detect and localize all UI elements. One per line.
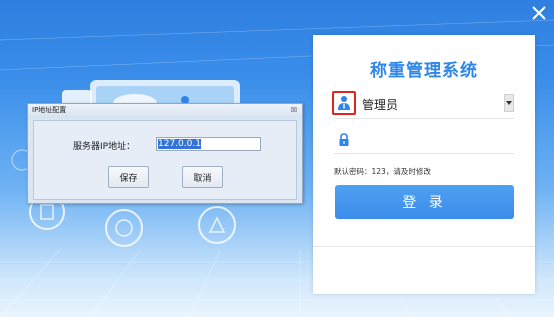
user-icon	[332, 91, 356, 115]
username-dropdown-button[interactable]	[504, 94, 514, 112]
ip-address-value: 127.0.0.1	[158, 139, 201, 149]
login-button[interactable]: 登 录	[335, 185, 514, 219]
lock-icon	[339, 133, 349, 146]
ip-address-input[interactable]: 127.0.0.1	[156, 137, 261, 151]
ip-config-dialog: IP地址配置 ☒ 服务器IP地址： 127.0.0.1 保存 取消	[27, 103, 303, 204]
dialog-body: 服务器IP地址： 127.0.0.1 保存 取消	[33, 120, 297, 200]
dialog-title: IP地址配置	[32, 106, 67, 114]
password-hint: 默认密码：123，请及时修改	[334, 167, 431, 176]
chevron-down-icon	[506, 101, 512, 105]
dialog-close-button[interactable]: ☒	[289, 105, 299, 115]
username-select[interactable]: 管理员	[332, 91, 514, 119]
ip-address-label: 服务器IP地址：	[73, 142, 136, 152]
login-panel: 称重管理系统 管理员 默认密码：123，请及时修改 登 录	[313, 35, 535, 294]
app-title: 称重管理系统	[370, 61, 478, 81]
password-row	[334, 131, 514, 154]
window-close-button[interactable]	[530, 4, 548, 22]
close-icon	[532, 6, 546, 20]
username-value: 管理员	[362, 98, 399, 112]
cancel-button[interactable]: 取消	[182, 166, 223, 188]
dialog-titlebar: IP地址配置 ☒	[28, 104, 302, 118]
divider	[313, 246, 535, 247]
password-input[interactable]	[360, 131, 514, 153]
save-button[interactable]: 保存	[108, 166, 149, 188]
